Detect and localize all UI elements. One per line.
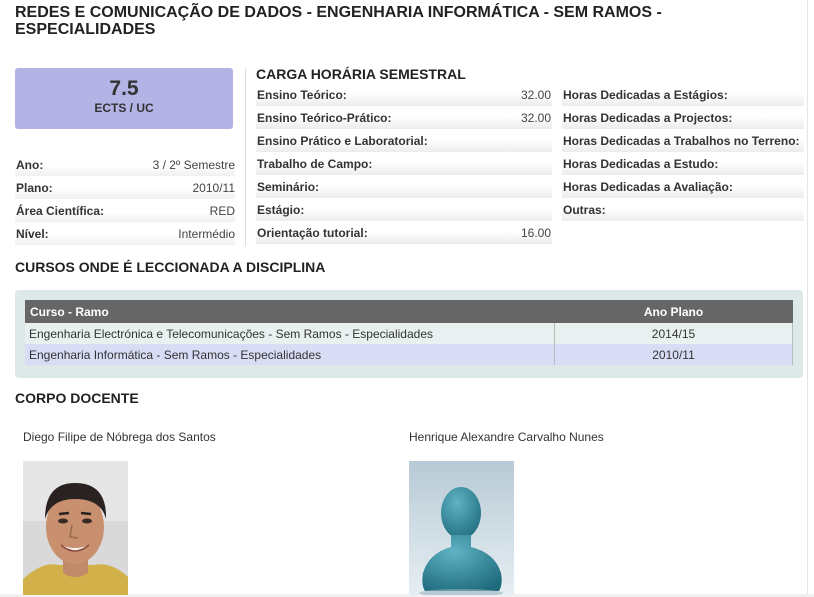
faculty-member[interactable]: Henrique Alexandre Carvalho Nunes (409, 430, 604, 444)
vertical-divider (245, 68, 246, 246)
column-header-plan: Ano Plano (554, 300, 793, 323)
table-row[interactable]: Engenharia Informática - Sem Ramos - Esp… (25, 344, 793, 365)
workload-row: Horas Dedicadas a Estudo: (562, 152, 804, 175)
workload-label: Estágio: (257, 202, 305, 217)
workload-row: Outras: (562, 198, 804, 221)
workload-row: Orientação tutorial: 16.00 (256, 221, 552, 244)
info-value: 3 / 2º Semestre (152, 157, 235, 172)
info-label: Ano: (16, 157, 44, 172)
workload-row: Ensino Prático e Laboratorial: (256, 129, 552, 152)
workload-label: Seminário: (257, 179, 320, 194)
info-value: 2010/11 (192, 180, 236, 195)
workload-label: Horas Dedicadas a Avaliação: (563, 179, 733, 194)
workload-label: Outras: (563, 202, 606, 217)
course-cell: Engenharia Informática - Sem Ramos - Esp… (25, 344, 555, 365)
ects-box: 7.5 ECTS / UC (15, 68, 233, 129)
ects-label: ECTS / UC (94, 101, 154, 115)
faculty-member[interactable]: Diego Filipe de Nóbrega dos Santos (23, 430, 216, 444)
workload-title: CARGA HORÁRIA SEMESTRAL (256, 66, 466, 82)
info-label: Plano: (16, 180, 53, 195)
workload-row: Horas Dedicadas a Trabalhos no Terreno: (562, 129, 804, 152)
page-title: REDES E COMUNICAÇÃO DE DADOS - ENGENHARI… (15, 4, 662, 38)
workload-row: Estágio: (256, 198, 552, 221)
plan-cell: 2014/15 (554, 323, 793, 344)
course-cell: Engenharia Electrónica e Telecomunicaçõe… (25, 323, 555, 344)
workload-label: Trabalho de Campo: (257, 156, 373, 171)
workload-row: Horas Dedicadas a Estágios: (562, 83, 804, 106)
workload-row: Seminário: (256, 175, 552, 198)
course-info-table: Ano: 3 / 2º Semestre Plano: 2010/11 Área… (15, 153, 235, 245)
workload-label: Ensino Prático e Laboratorial: (257, 133, 428, 148)
table-row[interactable]: Engenharia Electrónica e Telecomunicaçõe… (25, 323, 793, 344)
workload-row: Ensino Teórico: 32.00 (256, 83, 552, 106)
person-photo-icon (23, 461, 128, 595)
info-row-year: Ano: 3 / 2º Semestre (15, 153, 235, 176)
workload-value: 32.00 (520, 87, 551, 102)
faculty-photo[interactable] (409, 461, 514, 595)
workload-row: Trabalho de Campo: (256, 152, 552, 175)
info-label: Área Científica: (16, 203, 105, 218)
workload-label: Orientação tutorial: (257, 225, 368, 240)
workload-label: Horas Dedicadas a Estudo: (563, 156, 719, 171)
workload-label: Horas Dedicadas a Trabalhos no Terreno: (563, 133, 800, 148)
info-value: RED (209, 203, 235, 218)
info-label: Nível: (16, 226, 49, 241)
workload-row: Horas Dedicadas a Avaliação: (562, 175, 804, 198)
info-row-plan: Plano: 2010/11 (15, 176, 235, 199)
info-row-level: Nível: Intermédio (15, 222, 235, 245)
table-header-row: Curso - Ramo Ano Plano (25, 300, 793, 323)
workload-left-list: Ensino Teórico: 32.00 Ensino Teórico-Prá… (256, 83, 552, 244)
courses-panel: Curso - Ramo Ano Plano Engenharia Electr… (15, 290, 803, 378)
avatar-placeholder-icon (409, 461, 514, 595)
faculty-name[interactable]: Diego Filipe de Nóbrega dos Santos (23, 430, 216, 444)
workload-label: Ensino Teórico-Prático: (257, 110, 392, 125)
workload-right-list: Horas Dedicadas a Estágios: Horas Dedica… (562, 83, 804, 221)
workload-row: Ensino Teórico-Prático: 32.00 (256, 106, 552, 129)
workload-label: Horas Dedicadas a Estágios: (563, 87, 728, 102)
page-right-border (807, 0, 808, 597)
workload-label: Ensino Teórico: (257, 87, 347, 102)
workload-row: Horas Dedicadas a Projectos: (562, 106, 804, 129)
workload-value: 16.00 (520, 225, 551, 240)
courses-title: CURSOS ONDE É LECCIONADA A DISCIPLINA (15, 259, 326, 275)
faculty-title: CORPO DOCENTE (15, 390, 139, 406)
workload-label: Horas Dedicadas a Projectos: (563, 110, 733, 125)
column-header-course: Curso - Ramo (25, 300, 555, 323)
faculty-photo[interactable] (23, 461, 128, 595)
faculty-name[interactable]: Henrique Alexandre Carvalho Nunes (409, 430, 604, 444)
info-value: Intermédio (178, 226, 235, 241)
workload-value: 32.00 (520, 110, 551, 125)
info-row-scientific-area: Área Científica: RED (15, 199, 235, 222)
courses-table: Curso - Ramo Ano Plano Engenharia Electr… (25, 300, 793, 365)
ects-value: 7.5 (109, 77, 139, 100)
plan-cell: 2010/11 (554, 344, 793, 365)
